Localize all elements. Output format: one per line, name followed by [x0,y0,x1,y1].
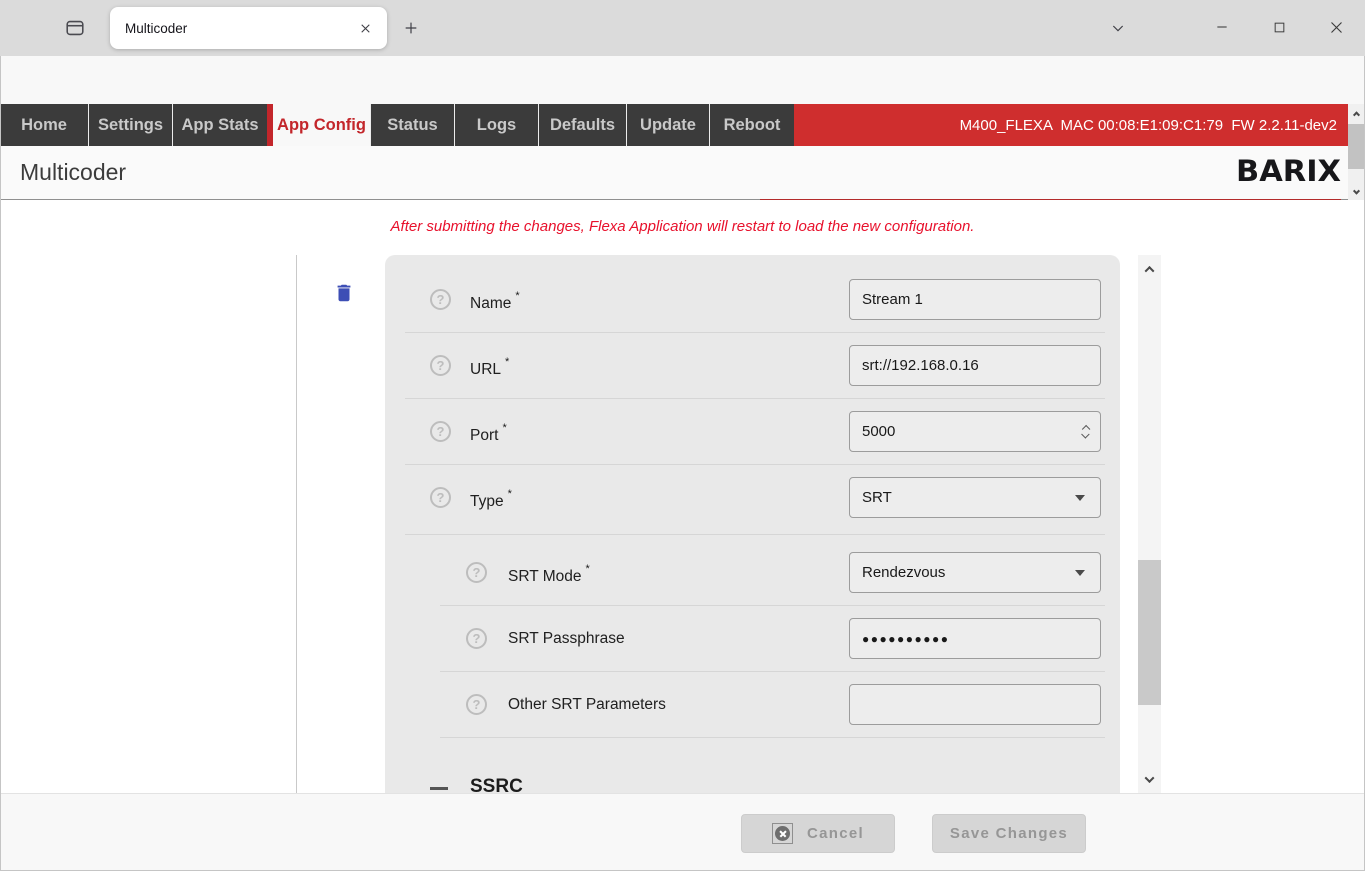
dropdown-caret-icon [1075,495,1085,501]
dropdown-caret-icon [1075,570,1085,576]
required-asterisk: * [586,563,590,575]
port-field [849,411,1101,452]
browser-tab[interactable]: Multicoder [110,7,387,49]
page-title: Multicoder [20,159,126,186]
new-tab-button[interactable] [398,16,424,40]
config-content: After submitting the changes, Flexa Appl… [0,200,1365,793]
row-divider [405,398,1105,399]
device-info-bar: M400_FLEXA MAC 00:08:E1:09:C1:79 FW 2.2.… [794,104,1365,146]
help-icon[interactable]: ? [430,421,451,442]
help-icon[interactable]: ? [466,628,487,649]
tab-close-icon[interactable] [355,18,375,38]
nav-item-reboot[interactable]: Reboot [709,104,794,146]
row-divider [405,332,1105,333]
tab-bar: Multicoder [0,0,1365,56]
srt-passphrase-input[interactable] [849,618,1101,659]
required-asterisk: * [502,422,506,434]
trash-icon [333,281,355,305]
page-header: Multicoder BARIX [0,146,1365,200]
help-icon[interactable]: ? [430,487,451,508]
nav-item-update[interactable]: Update [626,104,709,146]
port-input[interactable] [850,412,1083,451]
device-info: M400_FLEXA MAC 00:08:E1:09:C1:79 FW 2.2.… [960,117,1337,134]
help-icon[interactable]: ? [466,562,487,583]
url-input[interactable] [849,345,1101,386]
port-label: Port* [470,411,503,456]
other-srt-parameters-input[interactable] [849,684,1101,725]
row-divider [405,464,1105,465]
list-all-tabs-icon[interactable] [1104,16,1132,40]
srt-mode-label: SRT Mode* [508,552,586,597]
help-icon[interactable]: ? [430,289,451,310]
cancel-x-icon [772,823,793,844]
nav-item-home[interactable]: Home [0,104,88,146]
srt-passphrase-label: SRT Passphrase [508,618,625,659]
collapse-section-icon[interactable] [430,787,448,790]
type-label: Type* [470,477,508,522]
stream-form-panel: ? Name* ? URL* ? Port* ? Type* SRT [385,255,1120,793]
scrollbar-thumb[interactable] [1138,560,1161,705]
help-icon[interactable]: ? [430,355,451,376]
scroll-up-button[interactable] [1138,261,1161,277]
window-maximize-button[interactable] [1262,10,1296,44]
stream-card-border [296,255,297,793]
window-minimize-button[interactable] [1205,10,1239,44]
browser-toolbar: 192.168.0.19/cgi-bin/index.cgi 90% [0,56,1365,104]
ssrc-section-heading: SSRC [470,776,523,793]
required-asterisk: * [515,290,519,302]
nav-item-app-stats[interactable]: App Stats [172,104,267,146]
type-select[interactable]: SRT [849,477,1101,518]
url-label: URL* [470,345,505,390]
help-icon[interactable]: ? [466,694,487,715]
browser-window: Multicoder [0,0,1365,871]
required-asterisk: * [505,356,509,368]
delete-stream-button[interactable] [331,280,357,306]
number-stepper-icon[interactable] [1083,425,1089,439]
scroll-down-button[interactable] [1348,184,1365,200]
save-changes-button[interactable]: Save Changes [932,814,1086,853]
scroll-down-button[interactable] [1138,771,1161,787]
required-asterisk: * [508,488,512,500]
row-divider [440,737,1105,738]
scrollbar-thumb[interactable] [1348,124,1365,169]
nav-item-logs[interactable]: Logs [454,104,538,146]
nav-item-app-config[interactable]: App Config [267,104,370,146]
window-border [0,56,1,871]
row-divider [440,605,1105,606]
srt-mode-select[interactable]: Rendezvous [849,552,1101,593]
app-nav: Home Settings App Stats App Config Statu… [0,104,1365,146]
other-srt-parameters-label: Other SRT Parameters [508,684,666,725]
window-close-button[interactable] [1319,10,1353,44]
tab-title: Multicoder [125,21,387,36]
cancel-button[interactable]: Cancel [741,814,895,853]
nav-item-settings[interactable]: Settings [88,104,172,146]
name-input[interactable] [849,279,1101,320]
form-footer: Cancel Save Changes [0,793,1365,871]
scroll-up-button[interactable] [1348,105,1365,121]
content-scrollbar[interactable] [1138,255,1161,793]
row-divider [440,671,1105,672]
name-label: Name* [470,279,516,324]
frame-scrollbar[interactable] [1348,104,1365,201]
restart-notice: After submitting the changes, Flexa Appl… [0,218,1365,235]
barix-logo: BARIX [1236,154,1341,188]
nav-item-status[interactable]: Status [370,104,454,146]
nav-item-defaults[interactable]: Defaults [538,104,626,146]
row-divider [405,534,1105,535]
firefox-view-icon[interactable] [62,16,88,40]
